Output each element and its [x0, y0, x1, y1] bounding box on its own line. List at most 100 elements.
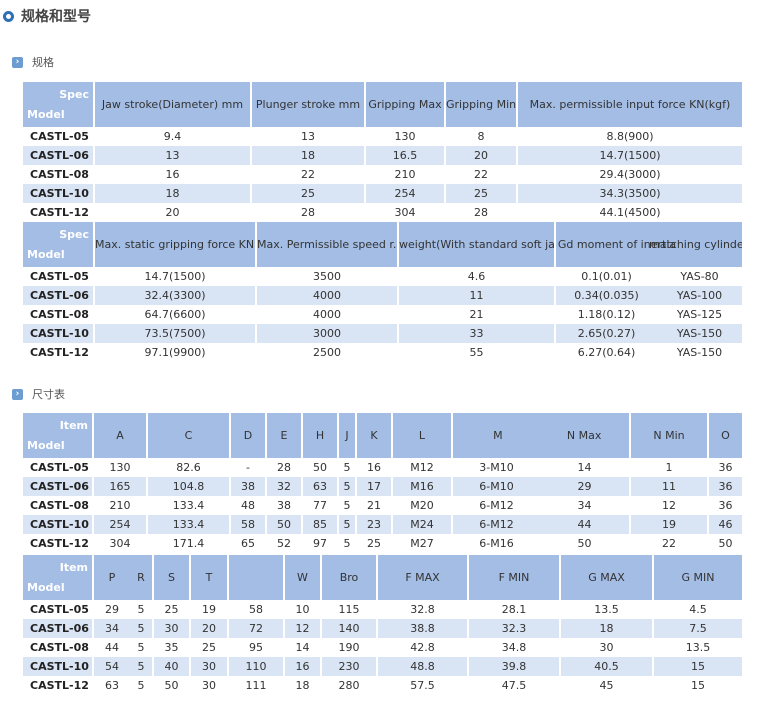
column-header: Bro — [321, 555, 378, 600]
value-cell: YAS-100 — [657, 286, 742, 305]
section-heading-dimensions: › 尺寸表 — [12, 386, 65, 402]
column-header: S — [153, 555, 191, 600]
value-cell: M24 — [392, 515, 453, 534]
model-cell: CASTL-10 — [23, 515, 94, 534]
table-row: CASTL-06 32.4(3300) 4000 11 0.34(0.035) YAS-1… — [23, 286, 742, 305]
value-cell: 115 — [321, 600, 378, 619]
value-cell: 6-M12 — [452, 515, 540, 534]
corner-bottom-label: Model — [27, 439, 65, 452]
value-cell: 52 — [266, 534, 303, 553]
section-label: 规格 — [32, 56, 54, 69]
table-row: CASTL-12 63 5 50 30 111 18 280 57.5 47.5 45 15 — [23, 676, 742, 695]
value-cell: 165 — [93, 477, 148, 496]
value-cell: 42.8 — [377, 638, 469, 657]
value-cell: 3-M10 — [479, 461, 514, 474]
value-cell: 8 — [445, 127, 518, 146]
value-cell: 32.3 — [468, 619, 561, 638]
value-cell: 25 — [356, 534, 393, 553]
value-cell: 16 — [284, 657, 322, 676]
value-cell: 9.4 — [94, 127, 252, 146]
value-cell: 104.8 — [147, 477, 231, 496]
circle-bullet-icon — [3, 10, 14, 22]
column-header: F MAX — [377, 555, 469, 600]
column-header: A — [93, 413, 148, 458]
value-cell: 63 — [105, 679, 119, 692]
corner-bottom-label: Model — [27, 108, 65, 121]
value-cell: 73.5(7500) — [94, 324, 257, 343]
value-cell: 140 — [321, 619, 378, 638]
value-cell: 32 — [266, 477, 303, 496]
value-cell: 46 — [708, 515, 742, 534]
value-cell: 29.4(3000) — [599, 168, 661, 181]
model-cell: CASTL-06 — [23, 619, 94, 638]
column-header: W — [284, 555, 322, 600]
model-cell: CASTL-12 — [23, 676, 94, 695]
table-row: CASTL-12 20 28 304 28 44.1(4500) — [23, 203, 742, 222]
value-cell: 11 — [630, 477, 709, 496]
column-header: O — [708, 413, 742, 458]
table-header-row: Item Model A C D E H J K L M N Max N Min O — [23, 413, 742, 458]
model-cell: CASTL-10 — [23, 184, 95, 203]
value-cell: 50 — [718, 537, 733, 550]
value-cell: 30 — [560, 638, 654, 657]
value-cell: 5 — [130, 638, 154, 657]
corner-header: Spec Model — [23, 222, 95, 267]
value-cell: 210 — [365, 165, 446, 184]
model-cell: CASTL-12 — [23, 203, 95, 222]
value-cell: 190 — [321, 638, 378, 657]
model-cell: CASTL-06 — [23, 477, 94, 496]
value-cell: 19 — [630, 515, 709, 534]
corner-header: Item Model — [23, 413, 94, 458]
value-cell: 5 — [130, 619, 154, 638]
value-cell: 3500 — [256, 267, 399, 286]
value-cell: 63 — [302, 477, 339, 496]
column-header: H — [302, 413, 339, 458]
column-header: N Min — [630, 413, 709, 458]
column-header: M N Max — [452, 413, 631, 458]
value-cell: 57.5 — [377, 676, 469, 695]
section-label: 尺寸表 — [32, 388, 65, 401]
value-cell: 130 — [93, 458, 148, 477]
value-cell: 18 — [284, 676, 322, 695]
value-cell: 44 — [540, 515, 631, 534]
value-cell: 12 — [284, 619, 322, 638]
value-cell: 171.4 — [147, 534, 231, 553]
value-cell: 20 — [445, 146, 518, 165]
corner-top-label: Spec — [59, 228, 89, 241]
value-cell: 21 — [398, 305, 556, 324]
value-cell: 6-M16 — [479, 537, 514, 550]
column-header-label: matching cylinder — [649, 238, 742, 251]
column-header: Jaw stroke(Diameter) mm — [94, 82, 252, 127]
value-cell: 5 — [338, 515, 357, 534]
value-cell: 304 — [365, 203, 446, 222]
corner-header: Spec Model — [23, 82, 95, 127]
model-cell: CASTL-05 — [23, 127, 95, 146]
value-cell: 1 — [630, 458, 709, 477]
value-cell: 36 — [718, 499, 733, 512]
value-cell: 28 — [266, 458, 303, 477]
corner-bottom-label: Model — [27, 248, 65, 261]
value-cell: 97 — [302, 534, 339, 553]
value-cell: 230 — [321, 657, 378, 676]
value-cell: 133.4 — [147, 515, 231, 534]
value-cell: 55 — [398, 343, 556, 362]
value-cell: 30 — [153, 619, 191, 638]
value-cell: 32.4(3300) — [94, 286, 257, 305]
table-row: CASTL-08 64.7(6600) 4000 21 1.18(0.12) YAS-12… — [23, 305, 742, 324]
table-row: CASTL-06 165 104.8 38 32 63 5 17 M16 6-M10 29 11 36 — [23, 477, 742, 496]
spec-table-2: Spec Model Max. static gripping force KN(k… — [23, 222, 742, 362]
table-row: CASTL-05 9.4 13 130 8 8.8(900) — [23, 127, 742, 146]
value-cell: 5 — [338, 496, 357, 515]
value-cell: 34.3(3500) — [517, 184, 742, 203]
column-header: R — [130, 555, 154, 600]
chevron-right-icon: › — [12, 56, 23, 68]
value-cell: 11 — [398, 286, 556, 305]
table-row: CASTL-10 254 133.4 58 50 85 5 23 M24 6-M12 44 19 46 — [23, 515, 742, 534]
model-cell: CASTL-12 — [23, 534, 94, 553]
value-cell: 17 — [356, 477, 393, 496]
column-header: T — [190, 555, 229, 600]
section-heading-spec: › 规格 — [12, 54, 54, 70]
model-cell: CASTL-08 — [23, 305, 95, 324]
value-cell: 77 — [302, 496, 339, 515]
spec-table-1: Spec Model Jaw stroke(Diameter) mm Plunger … — [23, 82, 742, 222]
